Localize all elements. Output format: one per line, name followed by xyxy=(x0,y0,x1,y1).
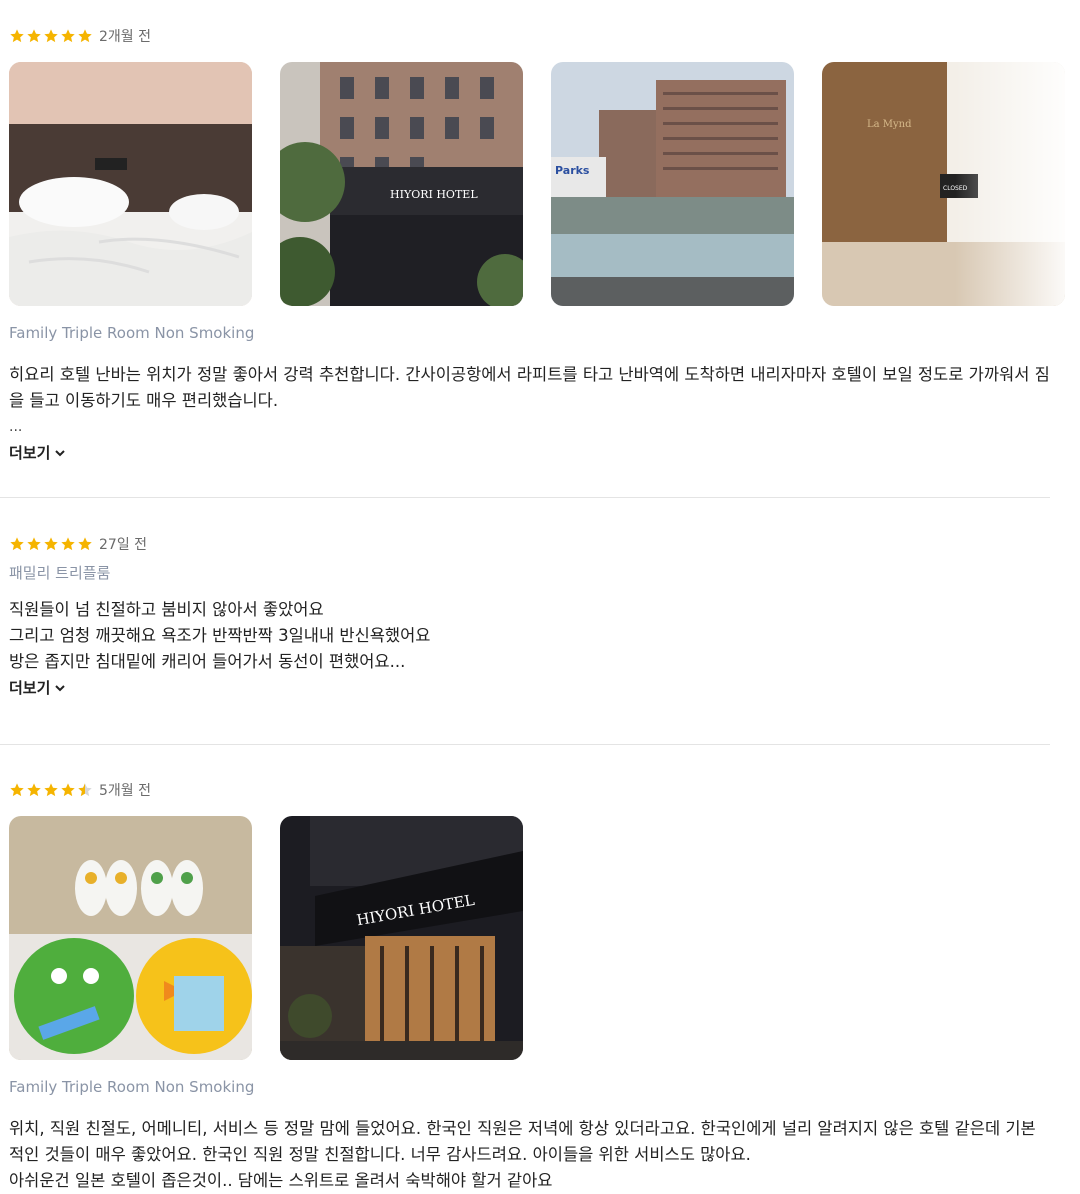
review-ellipsis: ... xyxy=(9,419,23,435)
review-photo-amenities[interactable] xyxy=(9,816,252,1060)
lobby-sign-text: La Mynd xyxy=(867,119,912,130)
review-photo-hotel-night[interactable]: HIYORI HOTEL xyxy=(280,816,523,1060)
review-text: 히요리 호텔 난바는 위치가 정말 좋아서 강력 추천합니다. 간사이공항에서 … xyxy=(9,365,1050,410)
review-photo-lobby[interactable]: La Mynd CLOSED xyxy=(822,62,1065,306)
photo-gallery: HIYORI HOTEL xyxy=(9,816,1050,1060)
star-icon xyxy=(43,536,59,552)
star-icon xyxy=(9,536,25,552)
divider xyxy=(0,744,1050,745)
review-card: 27일 전 패밀리 트리플룸 직원들이 넘 친절하고 붐비지 않아서 좋았어요 … xyxy=(9,532,1050,698)
read-more-label: 더보기 xyxy=(9,444,51,462)
star-icon xyxy=(9,782,25,798)
read-more-label: 더보기 xyxy=(9,679,51,697)
rating-row: 2개월 전 xyxy=(9,24,1050,48)
room-type: Family Triple Room Non Smoking xyxy=(9,1078,255,1096)
star-icon xyxy=(26,782,42,798)
review-photo-hotel-exterior[interactable]: HIYORI HOTEL xyxy=(280,62,523,306)
chevron-down-icon xyxy=(55,449,66,456)
star-icon xyxy=(60,782,76,798)
star-rating xyxy=(9,536,93,552)
review-text: 직원들이 넘 친절하고 붐비지 않아서 좋았어요 그리고 엄청 깨끗해요 욕조가… xyxy=(9,600,431,671)
read-more-button[interactable]: 더보기 xyxy=(9,677,66,698)
star-rating xyxy=(9,28,93,44)
read-more-button[interactable]: 더보기 xyxy=(9,442,66,463)
review-photo-station-view[interactable]: Parks xyxy=(551,62,794,306)
review-photo-bed[interactable] xyxy=(9,62,252,306)
star-icon xyxy=(9,28,25,44)
room-type: Family Triple Room Non Smoking xyxy=(9,324,255,342)
star-icon xyxy=(60,28,76,44)
review-date: 27일 전 xyxy=(99,537,148,553)
star-icon xyxy=(77,28,93,44)
parks-sign-text: Parks xyxy=(555,164,590,177)
review-card: 5개월 전 HIYORI HOTEL Family Triple Room No… xyxy=(9,778,1050,1194)
star-icon xyxy=(26,536,42,552)
review-card: 2개월 전 HIYORI HOTEL Parks La Mynd Family … xyxy=(9,24,1065,463)
room-type: 패밀리 트리플룸 xyxy=(9,564,111,582)
review-text: 위치, 직원 친절도, 어메니티, 서비스 등 정말 맘에 들었어요. 한국인 … xyxy=(9,1119,1036,1190)
review-date: 2개월 전 xyxy=(99,29,151,45)
star-rating xyxy=(9,782,93,798)
chevron-down-icon xyxy=(55,684,66,691)
star-icon xyxy=(26,28,42,44)
photo-gallery: HIYORI HOTEL Parks La Mynd xyxy=(9,62,1065,306)
star-icon xyxy=(77,536,93,552)
hotel-sign-text: HIYORI HOTEL xyxy=(390,188,478,201)
review-date: 5개월 전 xyxy=(99,783,151,799)
rating-row: 27일 전 xyxy=(9,532,1050,556)
divider xyxy=(0,497,1050,498)
star-icon xyxy=(43,782,59,798)
star-half-icon xyxy=(77,782,93,798)
star-icon xyxy=(60,536,76,552)
rating-row: 5개월 전 xyxy=(9,778,1050,802)
star-icon xyxy=(43,28,59,44)
